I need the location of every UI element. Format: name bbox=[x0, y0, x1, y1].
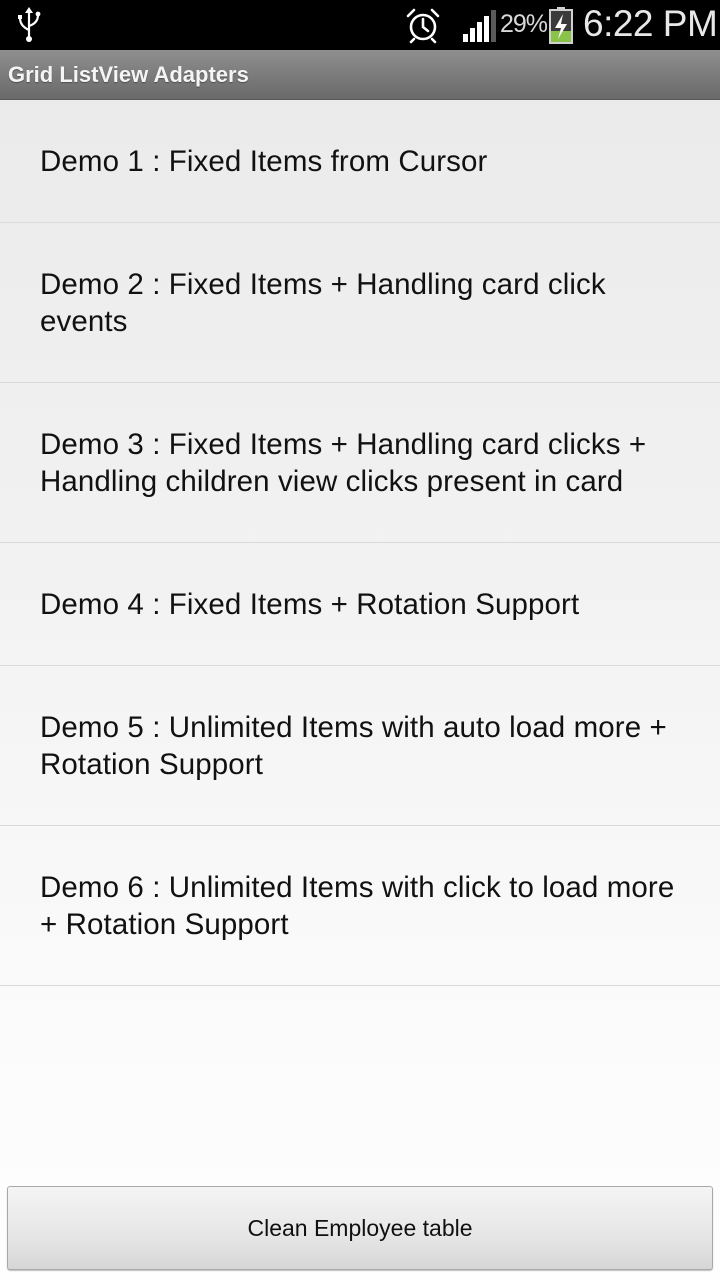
demo-item-label: Demo 3 : Fixed Items + Handling card cli… bbox=[40, 427, 647, 498]
app-title: Grid ListView Adapters bbox=[8, 62, 249, 87]
demo-item-label: Demo 6 : Unlimited Items with click to l… bbox=[40, 870, 675, 941]
demo-item-label: Demo 5 : Unlimited Items with auto load … bbox=[40, 710, 667, 781]
demo-list-item-6[interactable]: Demo 6 : Unlimited Items with click to l… bbox=[0, 826, 720, 986]
demo-list-item-1[interactable]: Demo 1 : Fixed Items from Cursor bbox=[0, 100, 720, 223]
status-bar: 29% 6:22 PM bbox=[0, 0, 720, 50]
signal-strength-icon bbox=[463, 10, 496, 42]
demo-list-item-2[interactable]: Demo 2 : Fixed Items + Handling card cli… bbox=[0, 223, 720, 383]
demo-item-label: Demo 2 : Fixed Items + Handling card cli… bbox=[40, 267, 606, 338]
clean-employee-table-button[interactable]: Clean Employee table bbox=[7, 1186, 713, 1270]
demo-item-label: Demo 1 : Fixed Items from Cursor bbox=[40, 144, 488, 178]
alarm-clock-icon bbox=[406, 8, 440, 44]
demo-list-item-3[interactable]: Demo 3 : Fixed Items + Handling card cli… bbox=[0, 383, 720, 543]
clean-button-label: Clean Employee table bbox=[247, 1214, 473, 1241]
demo-item-label: Demo 4 : Fixed Items + Rotation Support bbox=[40, 587, 580, 621]
app-title-bar: Grid ListView Adapters bbox=[0, 50, 720, 100]
status-clock: 6:22 PM bbox=[583, 3, 718, 44]
usb-icon bbox=[18, 7, 41, 42]
demo-list-item-4[interactable]: Demo 4 : Fixed Items + Rotation Support bbox=[0, 543, 720, 666]
demo-list: Demo 1 : Fixed Items from Cursor Demo 2 … bbox=[0, 100, 720, 986]
battery-charging-icon bbox=[549, 7, 573, 44]
demo-list-item-5[interactable]: Demo 5 : Unlimited Items with auto load … bbox=[0, 666, 720, 826]
battery-percentage: 29% bbox=[500, 10, 548, 38]
